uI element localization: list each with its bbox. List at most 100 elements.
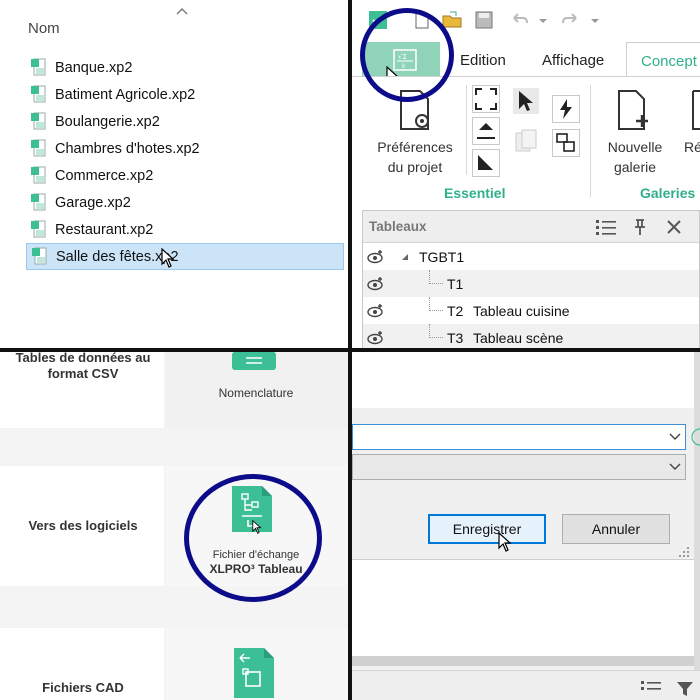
horizontal-scrollbar[interactable] [352, 656, 694, 666]
highlight-circle [360, 8, 454, 102]
export-category-label: Vers des logiciels [28, 518, 138, 533]
redo-icon[interactable] [560, 10, 580, 30]
visibility-eye-icon[interactable] [367, 275, 385, 291]
sort-ascending-icon[interactable] [176, 6, 188, 16]
file-name: Batiment Agricole.xp2 [55, 86, 196, 103]
file-explorer-pane: Nom Banque.xp2 Batiment Agricole.xp2 Bou… [0, 0, 348, 348]
zoom-fit-button[interactable] [472, 85, 500, 113]
nomenclature-icon [232, 352, 276, 370]
export-category-label: Tables de données au format CSV [15, 352, 151, 381]
file-name: Restaurant.xp2 [55, 221, 154, 238]
file-item[interactable]: Batiment Agricole.xp2 [26, 81, 344, 108]
list-options-icon[interactable] [595, 218, 617, 236]
dialog-content-area [352, 352, 694, 408]
highlight-circle [184, 474, 322, 602]
project-preferences-label-1: Préférences [377, 139, 453, 155]
mouse-pointer-icon [161, 248, 175, 268]
group-label-essentiel: Essentiel [444, 185, 506, 201]
nomenclature-option[interactable]: Nomenclature [166, 352, 348, 428]
align-center-button[interactable] [472, 117, 500, 145]
visibility-eye-icon[interactable] [367, 248, 385, 264]
tab-conception[interactable]: Concept [626, 42, 700, 80]
save-icon[interactable] [474, 10, 494, 30]
ribbon-separator [590, 85, 591, 197]
electric-button[interactable] [552, 95, 580, 123]
fit-corners-icon [475, 88, 497, 110]
cad-file-icon [234, 648, 274, 698]
resize-grip-icon[interactable] [678, 546, 690, 558]
cad-option[interactable] [166, 628, 348, 700]
tree-line [429, 310, 443, 311]
file-list: Banque.xp2 Batiment Agricole.xp2 Boulang… [26, 54, 344, 270]
file-name: Chambres d'hotes.xp2 [55, 140, 200, 157]
align-center-icon [477, 123, 495, 139]
truncated-button-icon[interactable] [690, 89, 700, 131]
resize-button[interactable] [472, 149, 500, 177]
xp2-file-icon [31, 85, 46, 103]
xp2-file-icon [31, 112, 46, 130]
undo-icon[interactable] [510, 10, 530, 30]
new-gallery-button[interactable]: Nouvelle galerie [598, 137, 672, 177]
file-item-selected[interactable]: Salle des fêtes.xp2 [26, 243, 344, 270]
new-gallery-icon[interactable] [616, 89, 650, 131]
column-header-name[interactable]: Nom [28, 20, 60, 37]
chevron-down-icon[interactable] [669, 432, 681, 442]
export-category-cell: Fichiers CAD [0, 628, 164, 700]
ribbon-pane: √Σ k Edition Affichage Concept Préférence… [352, 0, 700, 348]
visibility-eye-icon[interactable] [367, 302, 385, 318]
project-preferences-button[interactable]: Préférences du projet [372, 137, 458, 177]
tree-code: T2 [447, 303, 464, 319]
tree-line [429, 324, 430, 338]
tree-code: T1 [447, 276, 464, 292]
new-gallery-label-1: Nouvelle [607, 139, 663, 155]
file-item[interactable]: Chambres d'hotes.xp2 [26, 135, 344, 162]
xp2-file-icon [31, 193, 46, 211]
tree-row[interactable]: TGBT1 [363, 243, 699, 270]
file-item[interactable]: Commerce.xp2 [26, 162, 344, 189]
chevron-down-icon[interactable] [669, 462, 681, 472]
tree-expand-icon[interactable] [401, 253, 409, 261]
xp2-file-icon [31, 220, 46, 238]
lightning-icon [560, 99, 572, 119]
tree-line [429, 297, 430, 311]
select-pointer-icon[interactable] [512, 87, 540, 115]
visibility-eye-icon[interactable] [367, 329, 385, 345]
file-item[interactable]: Boulangerie.xp2 [26, 108, 344, 135]
quadrant-divider-horizontal [0, 348, 700, 352]
redo-dropdown-icon[interactable] [590, 10, 600, 30]
file-item[interactable]: Banque.xp2 [26, 54, 344, 81]
list-options-icon[interactable] [640, 679, 662, 697]
mouse-pointer-icon [498, 532, 512, 552]
cancel-button[interactable]: Annuler [562, 514, 670, 544]
group-button[interactable] [552, 129, 580, 157]
tree-row[interactable]: T2 Tableau cuisine [363, 297, 699, 324]
tab-affichage[interactable]: Affichage [542, 52, 604, 69]
truncated-button-label: Ré [684, 139, 700, 155]
close-icon[interactable] [665, 218, 683, 236]
vertical-scrollbar[interactable] [694, 352, 700, 700]
file-name: Commerce.xp2 [55, 167, 154, 184]
xp2-file-icon [32, 247, 47, 265]
option-caption: Nomenclature [218, 386, 294, 400]
tab-edition[interactable]: Edition [460, 52, 506, 69]
file-item[interactable]: Garage.xp2 [26, 189, 344, 216]
export-category-cell: Tables de données au format CSV [0, 352, 164, 428]
filter-icon[interactable] [676, 681, 694, 697]
group-squares-icon [556, 133, 575, 152]
file-item[interactable]: Restaurant.xp2 [26, 216, 344, 243]
ribbon-separator [466, 85, 467, 175]
tree-row[interactable]: T3 Tableau scène [363, 324, 699, 348]
xp2-file-icon [31, 166, 46, 184]
file-name-combobox[interactable] [352, 424, 686, 450]
new-gallery-label-2: galerie [613, 159, 657, 175]
save-dialog-pane: Enregistrer Annuler [352, 352, 700, 700]
tree-row[interactable]: T1 [363, 270, 699, 297]
export-category-cell: Vers des logiciels [0, 466, 164, 586]
save-button[interactable]: Enregistrer [428, 514, 546, 544]
pin-icon[interactable] [631, 218, 649, 236]
tableaux-panel: Tableaux TGBT1 T1 T2 Tableau cuisine T3 … [362, 210, 700, 348]
file-type-combobox[interactable] [352, 454, 686, 480]
file-name: Banque.xp2 [55, 59, 133, 76]
undo-dropdown-icon[interactable] [538, 10, 548, 30]
gallery-pages-icon[interactable] [512, 127, 540, 155]
